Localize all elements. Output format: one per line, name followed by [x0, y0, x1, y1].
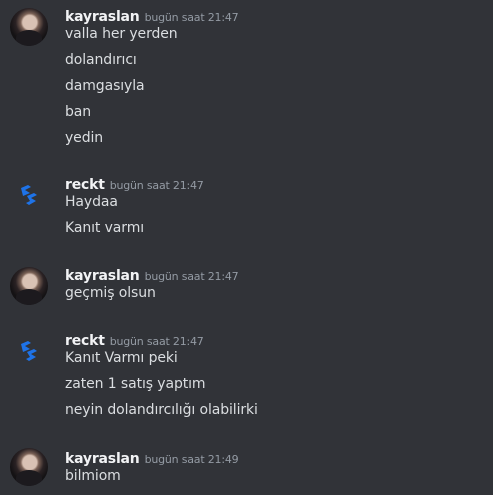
message-text: dolandırıcı [65, 52, 137, 68]
user-avatar[interactable] [10, 8, 48, 46]
timestamp: bugün saat 21:47 [109, 335, 204, 348]
message-text: yedin [65, 130, 104, 146]
username[interactable]: kayraslan [65, 268, 140, 284]
reckt-logo-icon [21, 185, 37, 205]
message-group: kayraslan bugün saat 21:47 valla her yerd… [0, 6, 493, 156]
username[interactable]: kayraslan [65, 451, 140, 467]
message-header: reckt bugün saat 21:47 [65, 330, 204, 350]
message-header: kayraslan bugün saat 21:47 [65, 6, 239, 26]
timestamp: bugün saat 21:49 [144, 453, 239, 466]
message-text: neyin dolandırcılığı olabilirki [65, 402, 258, 418]
message-text: Haydaa [65, 194, 118, 210]
message-text: damgasıyla [65, 78, 145, 94]
user-avatar[interactable] [10, 448, 48, 486]
message-text: geçmiş olsun [65, 285, 156, 301]
reckt-logo-icon[interactable] [10, 332, 48, 370]
message-header: reckt bugün saat 21:47 [65, 174, 204, 194]
message-text: bilmiom [65, 468, 121, 484]
message-group: reckt bugün saat 21:47 Haydaa Kanıt varmı [0, 174, 493, 244]
message-text: Kanıt varmı [65, 220, 145, 236]
username[interactable]: kayraslan [65, 9, 140, 25]
timestamp: bugün saat 21:47 [144, 270, 239, 283]
user-avatar[interactable] [10, 267, 48, 305]
reckt-logo-icon[interactable] [10, 176, 48, 214]
message-header: kayraslan bugün saat 21:47 [65, 265, 239, 285]
message-header: kayraslan bugün saat 21:49 [65, 448, 239, 468]
message-group: kayraslan bugün saat 21:49 bilmiom [0, 448, 493, 493]
message-group: kayraslan bugün saat 21:47 geçmiş olsun [0, 265, 493, 310]
timestamp: bugün saat 21:47 [109, 179, 204, 192]
message-text: Kanıt Varmı peki [65, 350, 178, 366]
chat-message-list: kayraslan bugün saat 21:47 valla her yerd… [0, 0, 493, 495]
username[interactable]: reckt [65, 333, 105, 349]
timestamp: bugün saat 21:47 [144, 11, 239, 24]
message-group: reckt bugün saat 21:47 Kanıt Varmı peki z… [0, 330, 493, 430]
message-text: valla her yerden [65, 26, 178, 42]
username[interactable]: reckt [65, 177, 105, 193]
message-text: ban [65, 104, 92, 120]
message-text: zaten 1 satış yaptım [65, 376, 206, 392]
reckt-logo-icon [21, 341, 37, 361]
